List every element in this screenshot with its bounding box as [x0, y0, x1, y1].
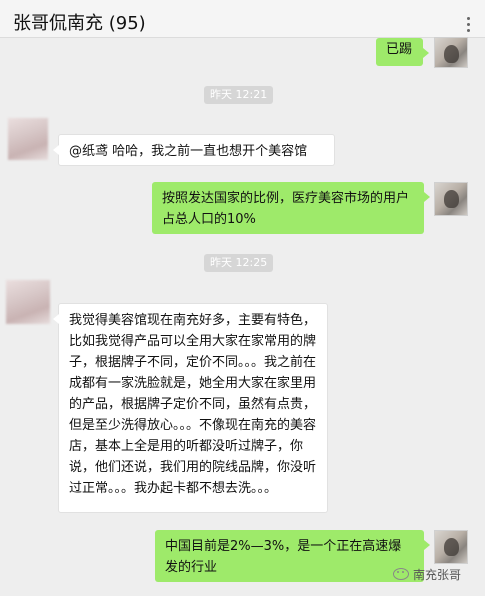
chat-title: 张哥侃南充 (95) [13, 13, 146, 34]
watermark: 南充张哥 [393, 566, 461, 583]
more-options-icon[interactable] [467, 17, 471, 35]
my-avatar[interactable] [434, 37, 468, 68]
chat-header: 张哥侃南充 (95) [0, 0, 485, 38]
received-message[interactable]: 我觉得美容馆现在南充好多，主要有特色，比如我觉得产品可以全用大家在家常用的牌子，… [53, 303, 328, 513]
received-message[interactable]: @纸鸢 哈哈，我之前一直也想开个美容馆 [53, 134, 335, 166]
timestamp: 昨天 12:25 [204, 254, 274, 272]
timestamp: 昨天 12:21 [204, 86, 274, 104]
my-avatar[interactable] [434, 182, 468, 216]
sender-avatar[interactable] [8, 118, 48, 160]
sent-message[interactable]: 中国目前是2%—3%，是一个正在高速爆发的行业 [155, 530, 430, 582]
wechat-icon [393, 568, 409, 580]
sent-message[interactable]: 按照发达国家的比例，医疗美容市场的用户占总人口的10% [152, 182, 430, 234]
my-avatar[interactable] [434, 530, 468, 564]
watermark-text: 南充张哥 [413, 568, 462, 582]
sent-message[interactable]: 已踢 [376, 38, 429, 66]
sender-avatar[interactable] [6, 280, 50, 324]
